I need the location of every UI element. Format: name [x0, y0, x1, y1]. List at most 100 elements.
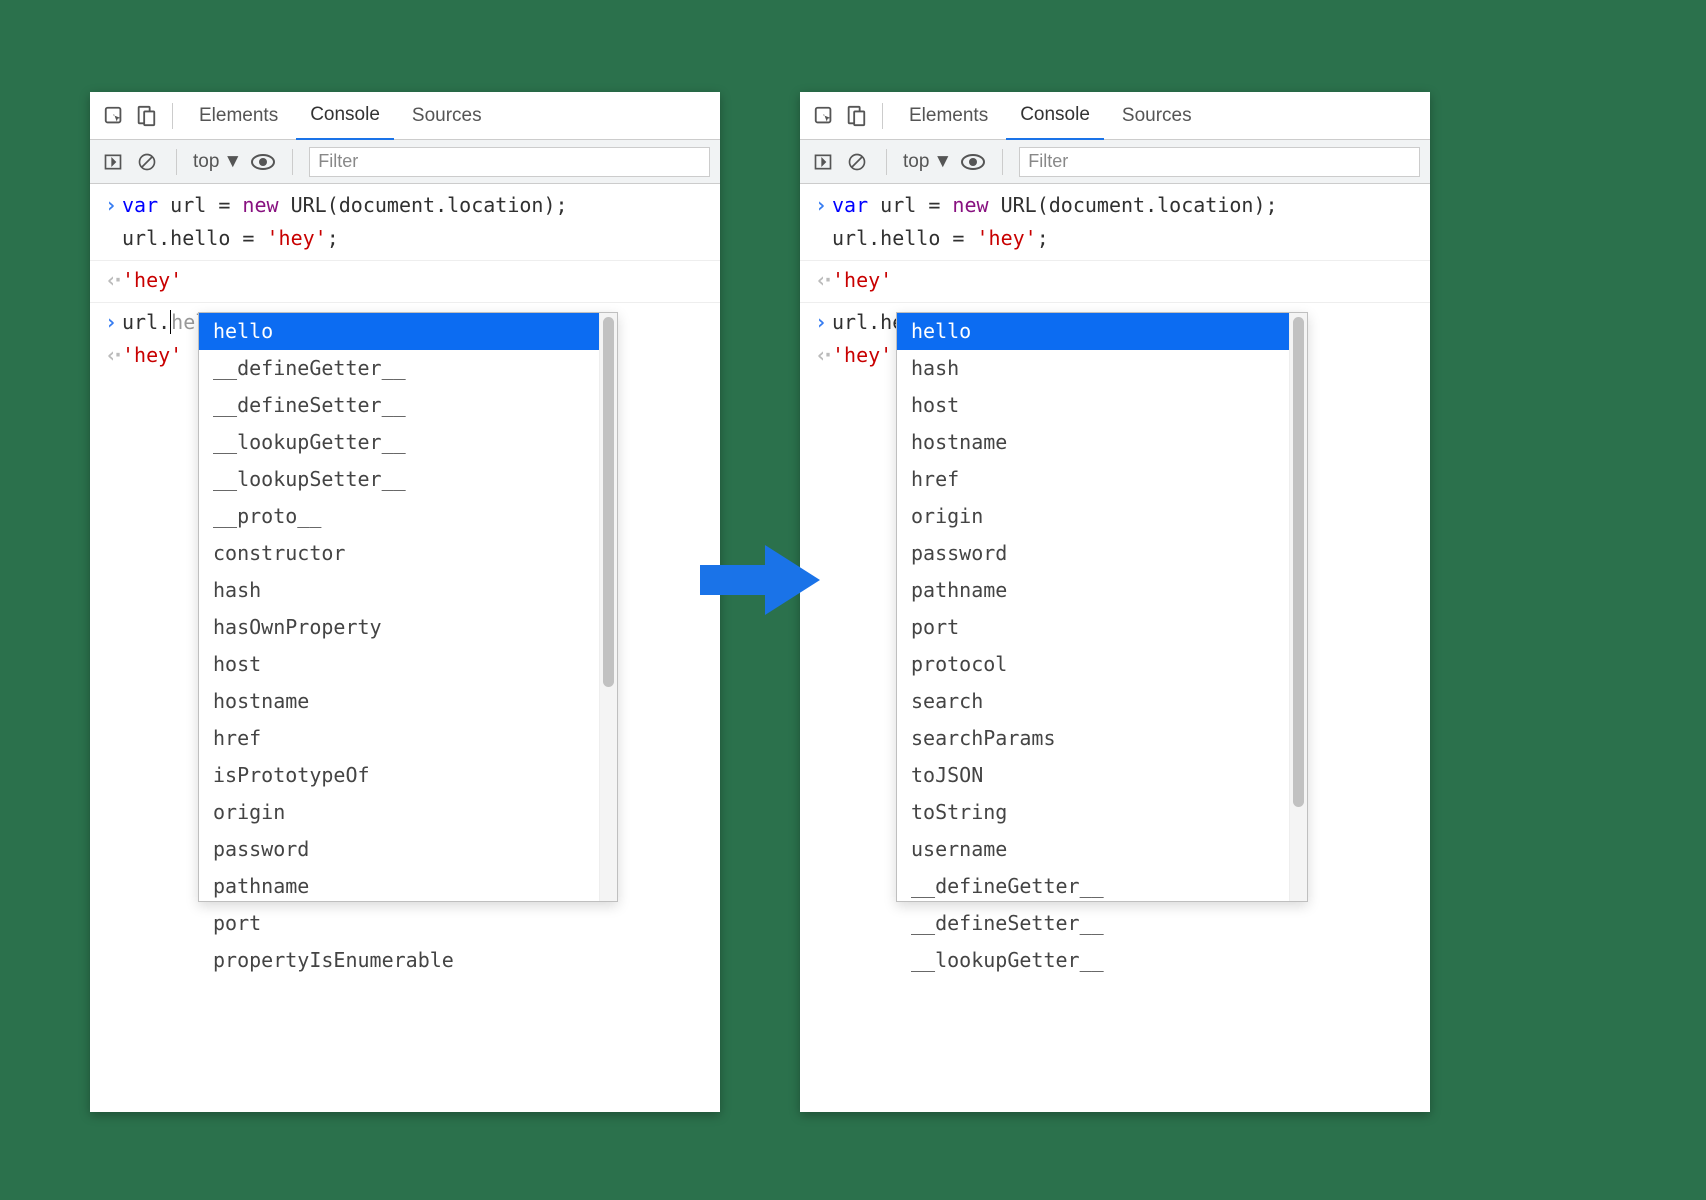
console-output-row: ‹ 'hey': [800, 265, 1430, 298]
autocomplete-item[interactable]: propertyIsEnumerable: [199, 942, 599, 979]
prompt-in-icon: ›: [100, 307, 122, 338]
autocomplete-item[interactable]: isPrototypeOf: [199, 757, 599, 794]
autocomplete-item[interactable]: hash: [897, 350, 1289, 387]
autocomplete-item[interactable]: href: [897, 461, 1289, 498]
filter-input[interactable]: Filter: [309, 147, 710, 177]
tab-sources[interactable]: Sources: [398, 93, 496, 139]
scrollbar[interactable]: [599, 313, 617, 901]
sidebar-toggle-icon[interactable]: [810, 149, 836, 175]
autocomplete-item[interactable]: hostname: [897, 424, 1289, 461]
autocomplete-list: hello__defineGetter____defineSetter____l…: [199, 313, 599, 901]
inspect-icon[interactable]: [100, 102, 128, 130]
devtools-panel-left: Elements Console Sources top ▼ Filter › …: [90, 92, 720, 1112]
console-toolbar: top ▼ Filter: [90, 140, 720, 184]
autocomplete-item[interactable]: constructor: [199, 535, 599, 572]
tab-elements[interactable]: Elements: [895, 93, 1002, 139]
console-output-row: ‹ 'hey': [90, 265, 720, 298]
autocomplete-item[interactable]: __defineSetter__: [897, 905, 1289, 942]
separator: [176, 149, 177, 175]
live-expression-icon[interactable]: [960, 149, 986, 175]
autocomplete-item[interactable]: toString: [897, 794, 1289, 831]
code-line: url.hello = 'hey';: [122, 223, 339, 254]
autocomplete-item[interactable]: __lookupGetter__: [897, 942, 1289, 979]
context-selector[interactable]: top▼: [903, 151, 952, 173]
separator: [1002, 149, 1003, 175]
prompt-out-icon: ‹: [100, 265, 122, 296]
autocomplete-item[interactable]: hash: [199, 572, 599, 609]
tab-console[interactable]: Console: [296, 92, 394, 141]
autocomplete-list: hellohashhosthostnamehreforiginpasswordp…: [897, 313, 1289, 901]
clear-console-icon[interactable]: [844, 149, 870, 175]
autocomplete-popup[interactable]: hellohashhosthostnamehreforiginpasswordp…: [896, 312, 1308, 902]
devtools-panel-right: Elements Console Sources top▼ Filter › v…: [800, 92, 1430, 1112]
prompt-out-icon: ‹: [810, 265, 832, 296]
autocomplete-item[interactable]: search: [897, 683, 1289, 720]
autocomplete-item[interactable]: origin: [199, 794, 599, 831]
context-label: top: [193, 151, 219, 173]
prompt-out-icon: ‹: [810, 340, 832, 371]
separator: [90, 302, 720, 303]
scrollbar-thumb[interactable]: [1293, 317, 1304, 807]
autocomplete-item[interactable]: __defineSetter__: [199, 387, 599, 424]
dropdown-icon: ▼: [223, 151, 242, 173]
arrow-icon: [685, 530, 835, 630]
console-body-right: › var url = new URL(document.location); …: [800, 184, 1430, 1112]
autocomplete-item[interactable]: __defineGetter__: [199, 350, 599, 387]
separator: [800, 302, 1430, 303]
code-line: var url = new URL(document.location);: [122, 190, 568, 221]
autocomplete-item[interactable]: hello: [199, 313, 599, 350]
console-input-row: › var url = new URL(document.location);: [800, 190, 1430, 223]
dropdown-icon: ▼: [933, 151, 952, 173]
autocomplete-item[interactable]: hasOwnProperty: [199, 609, 599, 646]
autocomplete-item[interactable]: hello: [897, 313, 1289, 350]
autocomplete-item[interactable]: host: [897, 387, 1289, 424]
tab-elements[interactable]: Elements: [185, 93, 292, 139]
separator: [90, 260, 720, 261]
autocomplete-item[interactable]: __lookupSetter__: [199, 461, 599, 498]
separator: [886, 149, 887, 175]
clear-console-icon[interactable]: [134, 149, 160, 175]
autocomplete-item[interactable]: host: [199, 646, 599, 683]
separator: [800, 260, 1430, 261]
autocomplete-item[interactable]: hostname: [199, 683, 599, 720]
autocomplete-item[interactable]: toJSON: [897, 757, 1289, 794]
autocomplete-item[interactable]: __lookupGetter__: [199, 424, 599, 461]
autocomplete-item[interactable]: pathname: [897, 572, 1289, 609]
autocomplete-item[interactable]: href: [199, 720, 599, 757]
autocomplete-item[interactable]: searchParams: [897, 720, 1289, 757]
tab-strip: Elements Console Sources: [800, 92, 1430, 140]
device-icon[interactable]: [132, 102, 160, 130]
autocomplete-item[interactable]: username: [897, 831, 1289, 868]
console-input-row: › var url = new URL(document.location);: [90, 190, 720, 223]
sidebar-toggle-icon[interactable]: [100, 149, 126, 175]
autocomplete-item[interactable]: origin: [897, 498, 1289, 535]
output-value: 'hey': [122, 265, 182, 296]
autocomplete-item[interactable]: password: [199, 831, 599, 868]
prompt-in-icon: ›: [810, 190, 832, 221]
autocomplete-item[interactable]: pathname: [199, 868, 599, 905]
context-selector[interactable]: top ▼: [193, 151, 242, 173]
filter-input[interactable]: Filter: [1019, 147, 1420, 177]
autocomplete-item[interactable]: __proto__: [199, 498, 599, 535]
scrollbar[interactable]: [1289, 313, 1307, 901]
device-icon[interactable]: [842, 102, 870, 130]
console-toolbar: top▼ Filter: [800, 140, 1430, 184]
filter-placeholder: Filter: [318, 151, 358, 172]
autocomplete-item[interactable]: protocol: [897, 646, 1289, 683]
inspect-icon[interactable]: [810, 102, 838, 130]
autocomplete-item[interactable]: __defineGetter__: [897, 868, 1289, 905]
tab-console[interactable]: Console: [1006, 92, 1104, 141]
autocomplete-popup[interactable]: hello__defineGetter____defineSetter____l…: [198, 312, 618, 902]
console-input-row: url.hello = 'hey';: [90, 223, 720, 256]
autocomplete-item[interactable]: port: [199, 905, 599, 942]
prompt-in-icon: ›: [100, 190, 122, 221]
console-body-left: › var url = new URL(document.location); …: [90, 184, 720, 1112]
tab-sources[interactable]: Sources: [1108, 93, 1206, 139]
live-expression-icon[interactable]: [250, 149, 276, 175]
autocomplete-item[interactable]: port: [897, 609, 1289, 646]
separator: [882, 103, 883, 129]
scrollbar-thumb[interactable]: [603, 317, 614, 687]
autocomplete-item[interactable]: password: [897, 535, 1289, 572]
prompt-out-icon: ‹: [100, 340, 122, 371]
prompt-in-icon: ›: [810, 307, 832, 338]
